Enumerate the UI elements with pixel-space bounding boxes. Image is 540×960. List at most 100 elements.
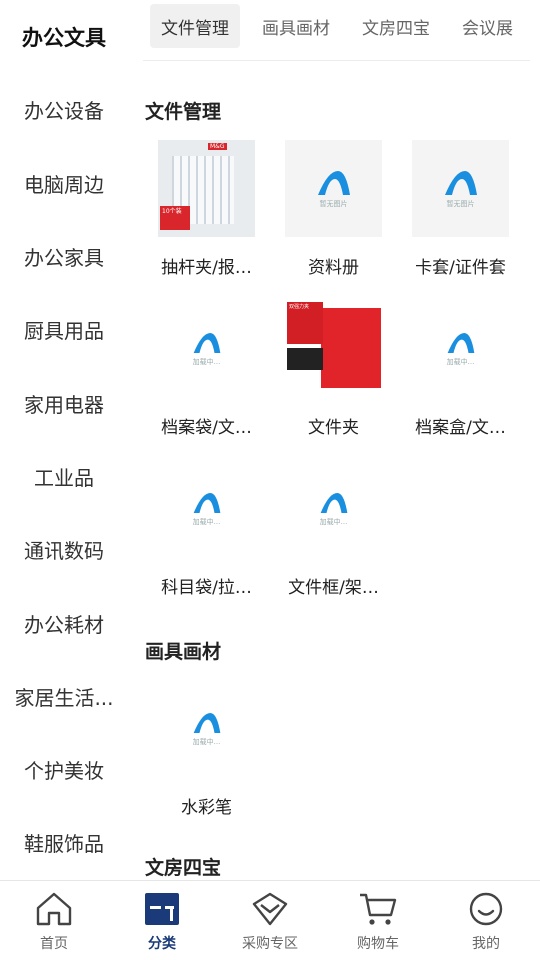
sidebar-item-label: 鞋服饰品 bbox=[24, 832, 104, 857]
sidebar-item-label: 办公耗材 bbox=[24, 612, 104, 637]
sidebar-item-apparel[interactable]: 鞋服饰品 bbox=[0, 806, 128, 879]
placeholder-caption: 暂无图片 bbox=[446, 199, 475, 208]
loading-logo-icon bbox=[193, 712, 220, 733]
folder-image: 双强力夹 bbox=[285, 300, 382, 397]
loading-caption: 加载中... bbox=[192, 517, 221, 526]
sidebar-item-consumables[interactable]: 办公耗材 bbox=[0, 586, 128, 659]
sidebar-item-label: 办公文具 bbox=[22, 25, 106, 50]
folder-clip bbox=[287, 348, 323, 370]
category-item-label: 科目袋/拉… bbox=[161, 578, 252, 598]
nav-cart[interactable]: 购物车 bbox=[324, 881, 432, 960]
sidebar-item-kitchenware[interactable]: 厨具用品 bbox=[0, 293, 128, 366]
nav-home[interactable]: 首页 bbox=[0, 881, 108, 960]
category-item[interactable]: 加载中... 文件框/架… bbox=[270, 460, 397, 620]
nav-label: 我的 bbox=[472, 936, 500, 952]
folder-front: 双强力夹 bbox=[287, 302, 323, 344]
category-sidebar: 办公文具 办公设备 电脑周边 办公家具 厨具用品 家用电器 工业品 通讯数码 办… bbox=[0, 0, 128, 880]
nav-label: 首页 bbox=[40, 936, 68, 952]
category-content: 文件管理 10个装 M&G 抽杆夹/报… 暂无图片 资料册 暂无图片 卡套/证件… bbox=[143, 80, 535, 880]
section-title: 画具画材 bbox=[145, 640, 222, 663]
sidebar-item-home-appliances[interactable]: 家用电器 bbox=[0, 366, 128, 439]
sidebar-item-industrial[interactable]: 工业品 bbox=[0, 440, 128, 513]
category-item[interactable]: 加载中... 水彩笔 bbox=[143, 680, 270, 840]
placeholder-caption: 暂无图片 bbox=[319, 199, 348, 208]
sidebar-item-office-equipment[interactable]: 办公设备 bbox=[0, 73, 128, 146]
nav-purchase-zone[interactable]: 采购专区 bbox=[216, 881, 324, 960]
purchase-icon bbox=[250, 889, 290, 929]
category-item[interactable]: 加载中... 科目袋/拉… bbox=[143, 460, 270, 620]
sidebar-item-label: 个护美妆 bbox=[24, 759, 104, 784]
placeholder-image: 暂无图片 bbox=[285, 140, 382, 237]
tab-four-treasures[interactable]: 文房四宝 bbox=[346, 4, 446, 48]
category-grid: 加载中... 水彩笔 bbox=[143, 680, 535, 840]
loading-logo-icon bbox=[447, 332, 474, 353]
placeholder-logo-icon bbox=[444, 170, 477, 195]
sidebar-item-label: 办公设备 bbox=[24, 99, 104, 124]
section-title: 文房四宝 bbox=[145, 856, 222, 879]
loading-image: 加载中... bbox=[158, 680, 255, 777]
sidebar-item-label: 家居生活... bbox=[14, 685, 114, 710]
category-item[interactable]: 双强力夹 文件夹 bbox=[270, 300, 397, 460]
category-item-label: 文件夹 bbox=[308, 418, 359, 438]
category-grid: 10个装 M&G 抽杆夹/报… 暂无图片 资料册 暂无图片 卡套/证件套 加载中… bbox=[143, 140, 535, 620]
loading-image: 加载中... bbox=[412, 300, 509, 397]
tabs-divider bbox=[143, 60, 530, 61]
loading-logo-icon bbox=[193, 332, 220, 353]
loading-image: 加载中... bbox=[158, 300, 255, 397]
sidebar-item-office-stationery[interactable]: 办公文具 bbox=[0, 0, 128, 73]
section-title: 文件管理 bbox=[145, 100, 222, 123]
profile-icon bbox=[466, 889, 506, 929]
home-icon bbox=[34, 889, 74, 929]
loading-caption: 加载中... bbox=[446, 357, 475, 366]
category-item-label: 水彩笔 bbox=[181, 798, 232, 818]
category-item[interactable]: 10个装 M&G 抽杆夹/报… bbox=[143, 140, 270, 300]
sidebar-item-label: 电脑周边 bbox=[24, 172, 104, 197]
loading-logo-icon bbox=[320, 492, 347, 513]
sidebar-item-office-furniture[interactable]: 办公家具 bbox=[0, 220, 128, 293]
category-item[interactable]: 加载中... 档案盒/文… bbox=[397, 300, 524, 460]
loading-image: 加载中... bbox=[158, 460, 255, 557]
folder-back bbox=[321, 308, 381, 388]
category-item-label: 卡套/证件套 bbox=[415, 258, 506, 278]
binder-brand: M&G bbox=[208, 143, 227, 150]
sidebar-item-computer-peripherals[interactable]: 电脑周边 bbox=[0, 147, 128, 220]
nav-category[interactable]: 分类 bbox=[108, 881, 216, 960]
sidebar-item-home-living[interactable]: 家居生活... bbox=[0, 660, 128, 733]
tab-painting-supplies[interactable]: 画具画材 bbox=[246, 4, 346, 48]
sidebar-item-label: 厨具用品 bbox=[24, 319, 104, 344]
loading-image: 加载中... bbox=[285, 460, 382, 557]
sidebar-item-digital[interactable]: 通讯数码 bbox=[0, 513, 128, 586]
nav-label: 采购专区 bbox=[242, 936, 298, 952]
category-item-label: 文件框/架… bbox=[288, 578, 379, 598]
product-image: 双强力夹 bbox=[285, 300, 382, 397]
binder-image: 10个装 M&G bbox=[158, 140, 255, 237]
subcategory-tabs: 文件管理 画具画材 文房四宝 会议展 bbox=[143, 4, 530, 48]
tab-file-management[interactable]: 文件管理 bbox=[150, 4, 240, 48]
loading-logo-icon bbox=[193, 492, 220, 513]
category-item[interactable]: 暂无图片 资料册 bbox=[270, 140, 397, 300]
bottom-nav: 首页 分类 采购专区 购物车 我的 bbox=[0, 880, 540, 960]
sidebar-item-label: 工业品 bbox=[34, 465, 94, 490]
nav-profile[interactable]: 我的 bbox=[432, 881, 540, 960]
category-item-label: 资料册 bbox=[308, 258, 359, 278]
sidebar-item-label: 通讯数码 bbox=[24, 539, 104, 564]
category-item[interactable]: 暂无图片 卡套/证件套 bbox=[397, 140, 524, 300]
binder-badge: 10个装 bbox=[160, 206, 190, 230]
category-item-label: 档案袋/文… bbox=[161, 418, 252, 438]
loading-caption: 加载中... bbox=[192, 737, 221, 746]
category-icon bbox=[142, 889, 182, 929]
loading-caption: 加载中... bbox=[192, 357, 221, 366]
loading-caption: 加载中... bbox=[319, 517, 348, 526]
product-image: 10个装 M&G bbox=[158, 140, 255, 237]
sidebar-item-label: 家用电器 bbox=[24, 392, 104, 417]
nav-label: 购物车 bbox=[357, 936, 399, 952]
sidebar-item-personal-care[interactable]: 个护美妆 bbox=[0, 733, 128, 806]
placeholder-logo-icon bbox=[317, 170, 350, 195]
placeholder-image: 暂无图片 bbox=[412, 140, 509, 237]
cart-icon bbox=[358, 889, 398, 929]
category-item[interactable]: 加载中... 档案袋/文… bbox=[143, 300, 270, 460]
sidebar-item-label: 办公家具 bbox=[24, 246, 104, 271]
tab-meeting-display[interactable]: 会议展 bbox=[446, 4, 529, 48]
category-item-label: 抽杆夹/报… bbox=[161, 258, 252, 278]
category-item-label: 档案盒/文… bbox=[415, 418, 506, 438]
